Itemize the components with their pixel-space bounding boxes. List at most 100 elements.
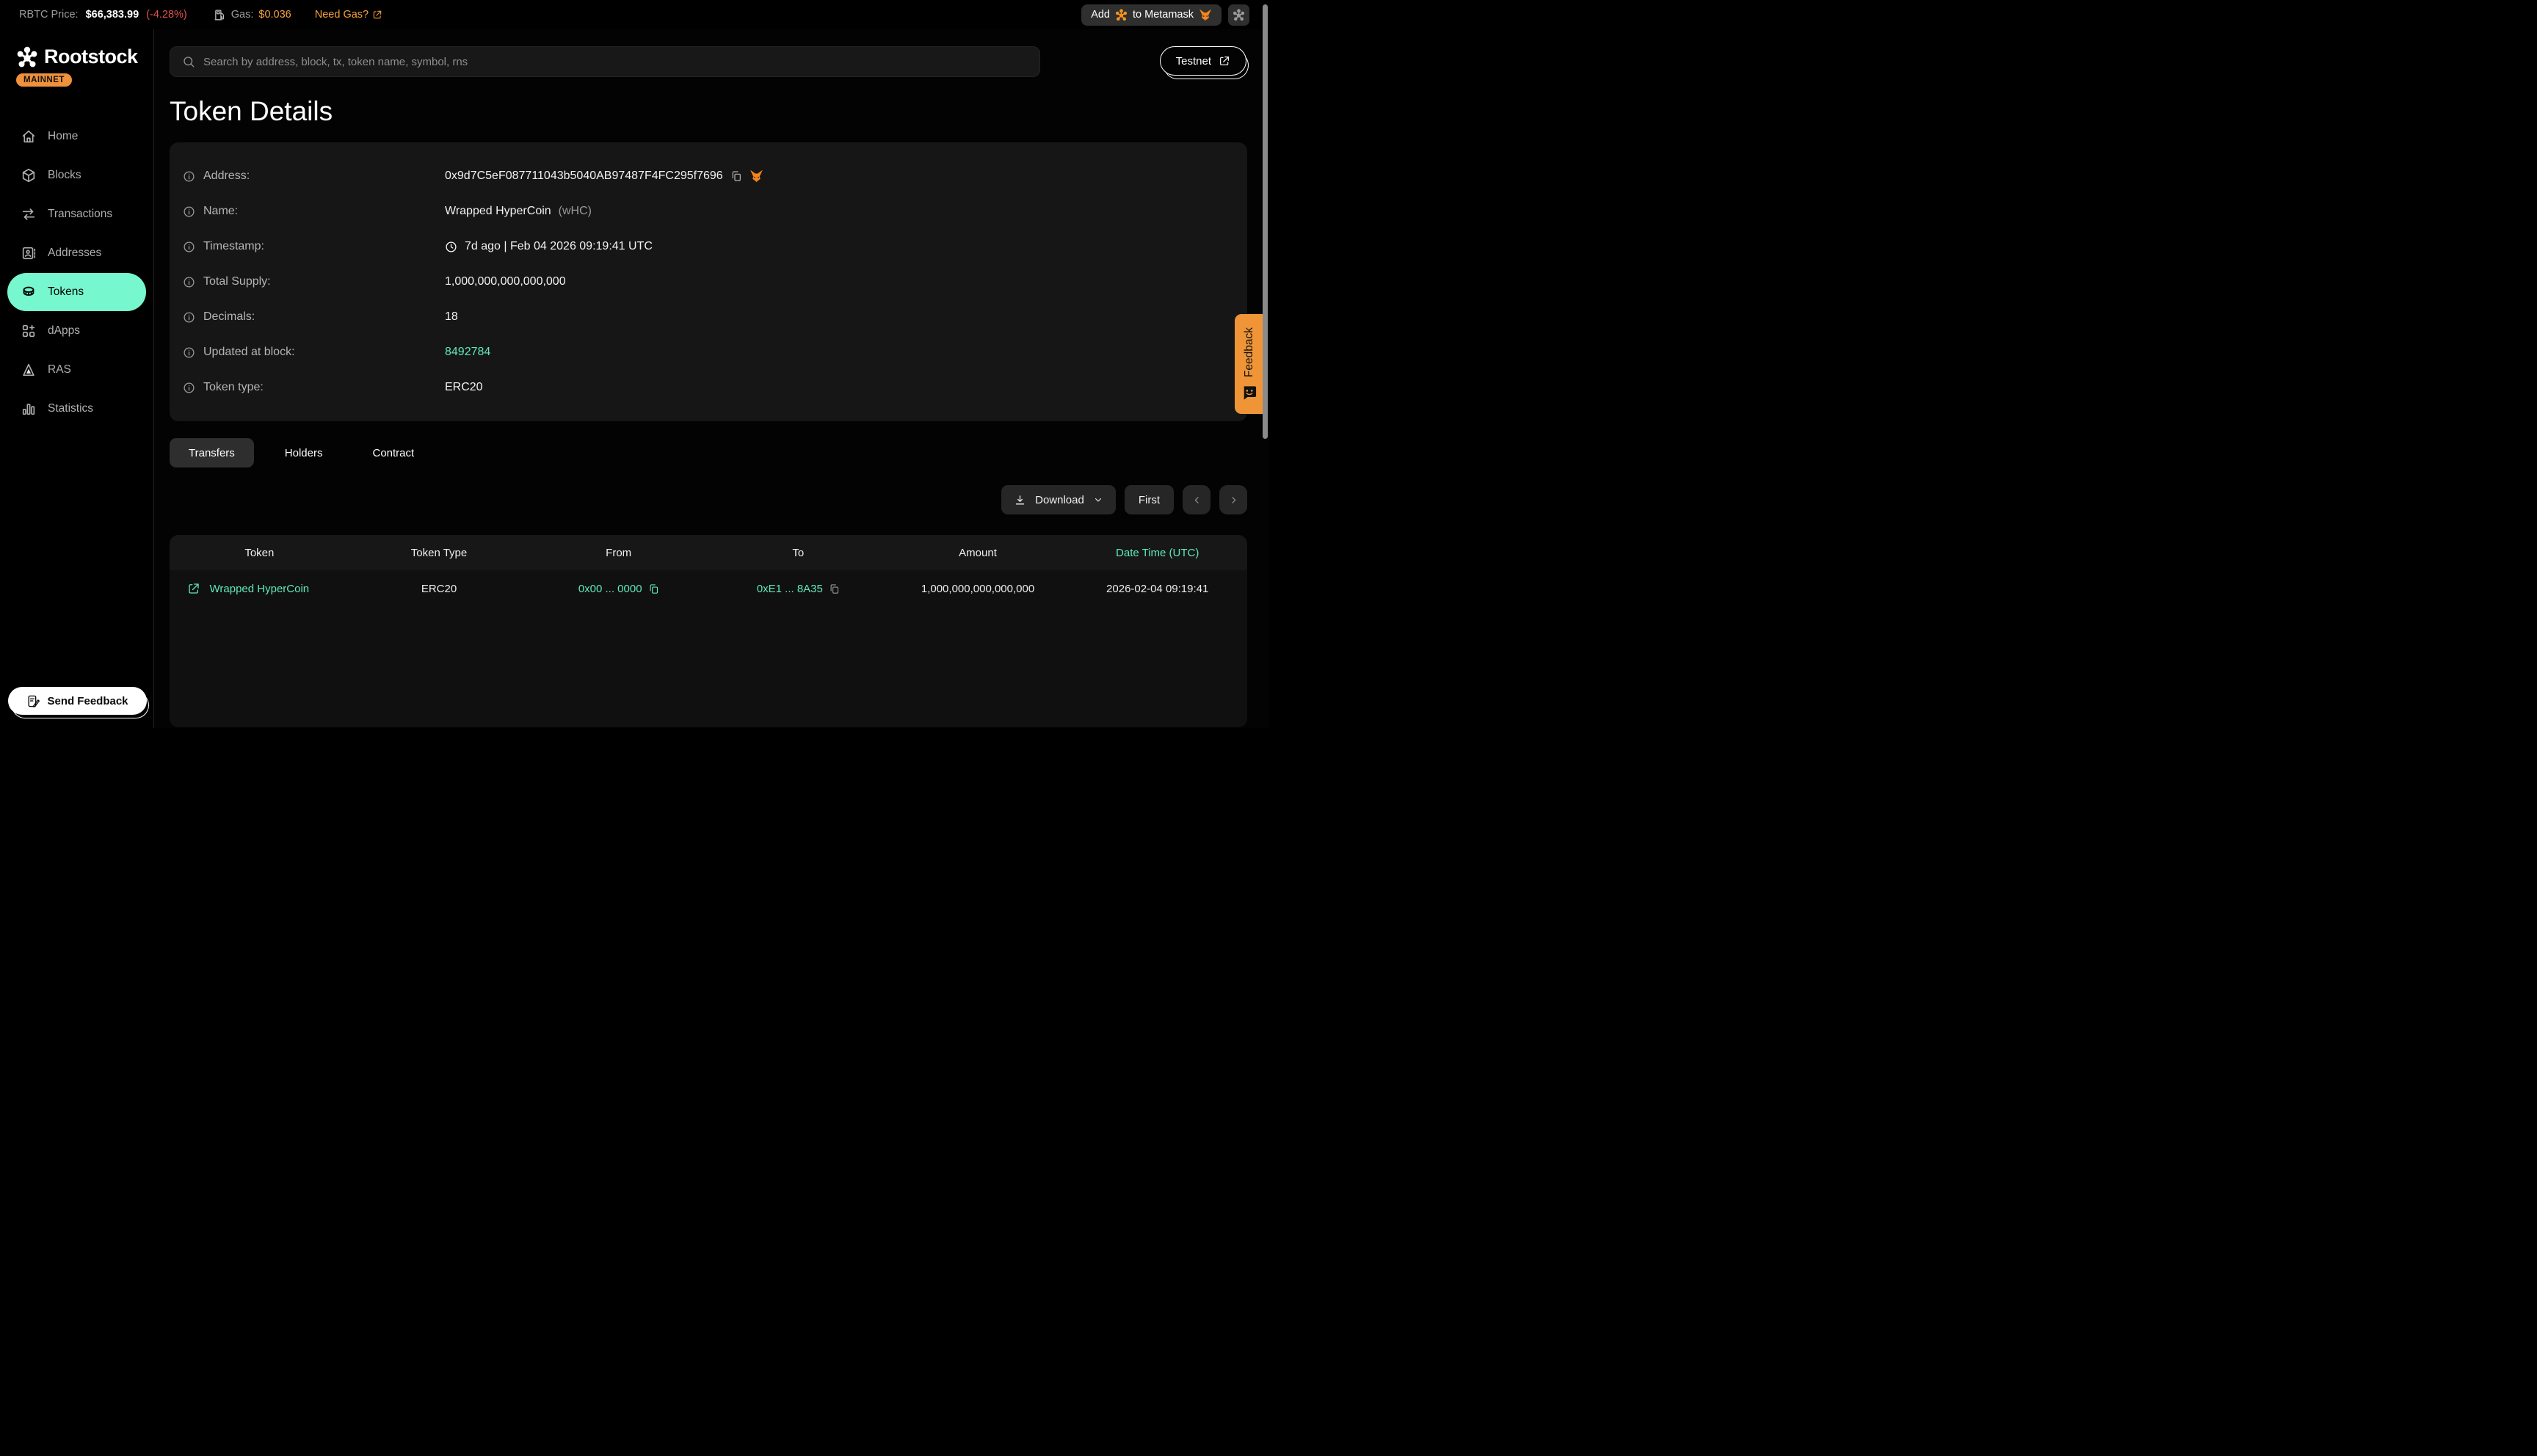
tab-transfers[interactable]: Transfers: [170, 438, 254, 467]
to-metamask-label: to Metamask: [1133, 9, 1194, 21]
sidebar-item-addresses[interactable]: Addresses: [7, 234, 146, 272]
copy-address-icon[interactable]: [730, 170, 742, 182]
search-bar: [170, 46, 1040, 77]
col-to: To: [708, 547, 888, 559]
sidebar-item-dapps[interactable]: dApps: [7, 312, 146, 350]
download-icon: [1014, 494, 1026, 506]
network-badge: MAINNET: [16, 73, 72, 87]
statistics-icon: [21, 401, 37, 417]
send-feedback-button[interactable]: Send Feedback: [8, 687, 147, 715]
sidebar-item-label: Blocks: [48, 169, 81, 182]
rbtc-price-label: RBTC Price:: [19, 9, 79, 21]
info-icon: [183, 311, 195, 324]
open-transfer-icon[interactable]: [187, 582, 200, 595]
download-label: Download: [1035, 494, 1084, 506]
blocks-icon: [21, 167, 37, 183]
sidebar-item-label: Tokens: [48, 285, 84, 299]
testnet-button[interactable]: Testnet: [1160, 46, 1246, 76]
gas-pump-icon: [214, 9, 226, 21]
add-to-metamask-button[interactable]: Add to Metamask: [1081, 4, 1222, 26]
external-link-icon: [372, 10, 382, 20]
feedback-tab-label: Feedback: [1243, 327, 1256, 377]
token-symbol: (wHC): [559, 205, 592, 218]
prev-page-button[interactable]: [1183, 485, 1211, 514]
row-token-link[interactable]: Wrapped HyperCoin: [210, 583, 310, 595]
col-datetime[interactable]: Date Time (UTC): [1067, 547, 1247, 559]
ras-icon: [21, 362, 37, 378]
gas-value: $0.036: [258, 9, 291, 21]
row-datetime: 2026-02-04 09:19:41: [1067, 583, 1247, 595]
timestamp-label: Timestamp:: [203, 240, 264, 253]
rbtc-price-change: (-4.28%): [146, 9, 187, 21]
need-gas-link[interactable]: Need Gas?: [315, 9, 382, 21]
total-supply-value: 1,000,000,000,000,000: [445, 275, 566, 288]
sidebar-item-label: Addresses: [48, 247, 101, 260]
copy-to-icon[interactable]: [829, 583, 840, 594]
info-icon: [183, 170, 195, 183]
timestamp-value: 7d ago | Feb 04 2026 09:19:41 UTC: [465, 240, 653, 253]
brand: Rootstock MAINNET: [7, 46, 146, 87]
brand-name: Rootstock: [44, 46, 138, 68]
scrollbar-thumb[interactable]: [1263, 4, 1268, 439]
detail-tabs: Transfers Holders Contract: [170, 438, 1268, 467]
name-label: Name:: [203, 205, 238, 218]
main-content: Testnet Token Details Address: 0x9d7C5eF…: [155, 29, 1268, 728]
token-details-card: Address: 0x9d7C5eF087711043b5040AB97487F…: [170, 142, 1247, 421]
sidebar-item-transactions[interactable]: Transactions: [7, 195, 146, 233]
sidebar-nav: Home Blocks Transactions Addresses Token…: [7, 117, 146, 428]
metamask-fox-icon: [1199, 9, 1212, 21]
search-input[interactable]: [203, 56, 1028, 68]
topbar: RBTC Price: $66,383.99 (-4.28%) Gas: $0.…: [0, 0, 1268, 29]
col-amount: Amount: [888, 547, 1068, 559]
first-page-button[interactable]: First: [1125, 485, 1174, 514]
addresses-icon: [21, 245, 37, 261]
page-title: Token Details: [170, 96, 1268, 127]
updated-block-label: Updated at block:: [203, 346, 295, 359]
feedback-side-tab[interactable]: Feedback: [1235, 314, 1263, 414]
sidebar-item-blocks[interactable]: Blocks: [7, 156, 146, 194]
detail-row-name: Name: Wrapped HyperCoin (wHC): [183, 194, 1247, 229]
sidebar-item-label: Home: [48, 130, 78, 143]
clock-icon: [445, 241, 457, 253]
col-token: Token: [170, 547, 349, 559]
row-from-link[interactable]: 0x00 ... 0000: [578, 583, 642, 595]
token-type-label: Token type:: [203, 381, 264, 394]
send-feedback-label: Send Feedback: [47, 695, 128, 707]
rbtc-price-value: $66,383.99: [86, 9, 139, 21]
next-page-button[interactable]: [1219, 485, 1247, 514]
transactions-icon: [21, 206, 37, 222]
sidebar-item-label: dApps: [48, 324, 80, 338]
add-token-metamask-fox-icon[interactable]: [750, 170, 763, 183]
address-label: Address:: [203, 170, 250, 183]
gas-label: Gas:: [231, 9, 254, 21]
tab-contract[interactable]: Contract: [353, 438, 433, 467]
copy-from-icon[interactable]: [648, 583, 659, 594]
tab-holders[interactable]: Holders: [266, 438, 342, 467]
info-icon: [183, 276, 195, 288]
sidebar-item-ras[interactable]: RAS: [7, 351, 146, 389]
address-value: 0x9d7C5eF087711043b5040AB97487F4FC295f76…: [445, 170, 723, 183]
total-supply-label: Total Supply:: [203, 275, 271, 288]
sidebar-item-tokens[interactable]: Tokens: [7, 273, 146, 311]
download-button[interactable]: Download: [1001, 485, 1116, 514]
rootstock-explorer-screen: RBTC Price: $66,383.99 (-4.28%) Gas: $0.…: [0, 0, 1268, 728]
sidebar-item-home[interactable]: Home: [7, 117, 146, 156]
detail-row-token-type: Token type: ERC20: [183, 370, 1247, 405]
edit-document-icon: [26, 694, 40, 708]
chevron-down-icon: [1093, 495, 1103, 505]
sidebar: Rootstock MAINNET Home Blocks Transactio…: [0, 29, 154, 728]
rootstock-widget-button[interactable]: [1228, 4, 1249, 26]
rootstock-mini-icon: [1115, 9, 1128, 21]
row-to-link[interactable]: 0xE1 ... 8A35: [757, 583, 823, 595]
rootstock-logo-icon: [16, 46, 38, 68]
updated-block-link[interactable]: 8492784: [445, 346, 490, 359]
row-token-type: ERC20: [349, 583, 529, 595]
detail-row-updated-block: Updated at block: 8492784: [183, 335, 1247, 370]
feedback-smiley-icon: [1242, 385, 1257, 401]
table-toolbar: Download First: [170, 485, 1247, 514]
chevron-right-icon: [1228, 495, 1239, 506]
sidebar-item-statistics[interactable]: Statistics: [7, 390, 146, 428]
token-name-value: Wrapped HyperCoin: [445, 205, 551, 218]
table-row: Wrapped HyperCoin ERC20 0x00 ... 0000 0x…: [170, 570, 1247, 607]
info-icon: [183, 241, 195, 253]
